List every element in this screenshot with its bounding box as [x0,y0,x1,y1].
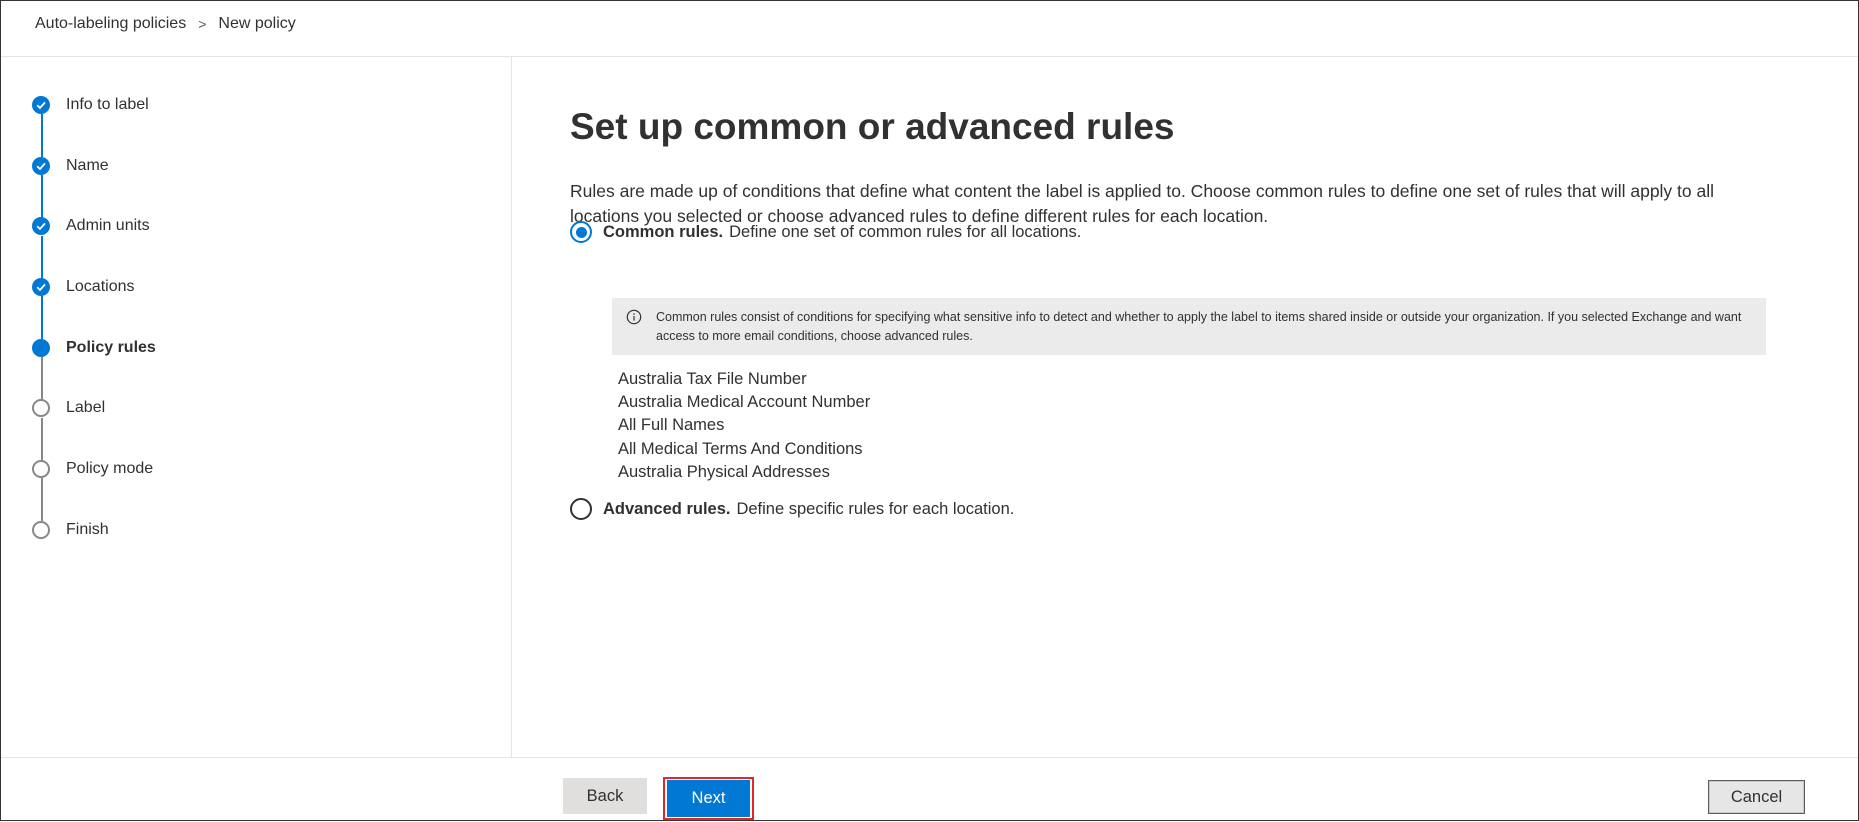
step-label: Name [66,157,109,174]
wizard-footer: Back Next Cancel [1,757,1858,822]
sensitive-info-list: Australia Tax File Number Australia Medi… [618,368,870,484]
step-connector [41,114,43,157]
step-name: Name [32,154,109,178]
radio-selected-dot [575,226,587,238]
step-connector [41,175,43,218]
list-item: Australia Tax File Number [618,370,807,388]
wizard-window: Auto-labeling policies > New policy Info… [0,0,1859,821]
checkmark-icon [32,96,50,114]
pending-step-icon [32,399,50,417]
advanced-rules-title: Advanced rules. [603,499,731,518]
pending-step-icon [32,460,50,478]
breadcrumb-new-policy: New policy [218,15,296,32]
step-connector [41,357,43,400]
breadcrumb-auto-labeling-policies[interactable]: Auto-labeling policies [35,15,186,33]
cancel-button[interactable]: Cancel [1708,780,1805,814]
step-label: Finish [66,521,109,538]
step-label: Locations [66,278,135,295]
step-label: Admin units [66,217,150,234]
advanced-rules-radio[interactable] [570,498,592,520]
page-title: Set up common or advanced rules [570,106,1175,147]
step-label: Policy rules [66,339,156,356]
pending-step-icon [32,521,50,539]
step-policy-mode: Policy mode [32,457,153,481]
step-label: Policy mode [66,460,154,477]
checkmark-icon [32,217,50,235]
step-finish: Finish [32,518,109,542]
back-button[interactable]: Back [563,778,647,814]
wizard-stepper: Info to label Name Admin units Locations… [1,57,512,757]
top-bar: Auto-labeling policies > New policy [1,1,1858,57]
step-connector [41,236,43,279]
list-item: Australia Physical Addresses [618,462,830,481]
list-item: Australia Medical Account Number [618,393,871,412]
step-connector [41,296,43,339]
advanced-rules-text: Define specific rules for each location. [736,499,1015,518]
step-admin-units: Admin units [32,214,150,238]
advanced-rules-option[interactable]: Advanced rules. Define specific rules fo… [570,496,1014,522]
step-label: Label [66,399,106,416]
step-policy-rules: Policy rules [32,336,156,360]
common-rules-text: Define one set of common rules for all l… [729,222,1082,241]
current-step-icon [32,339,50,357]
step-label: Info to label [66,96,149,113]
step-info-to-label: Info to label [32,93,149,117]
common-rules-title: Common rules. [603,222,724,241]
checkmark-icon [32,157,50,175]
info-text: Common rules consist of conditions for s… [656,310,1742,343]
list-item: All Medical Terms And Conditions [618,439,863,458]
breadcrumb-separator: > [198,16,207,32]
common-rules-radio[interactable] [570,221,592,243]
checkmark-icon [32,278,50,296]
step-connector [41,418,43,461]
common-rules-option[interactable]: Common rules. Define one set of common r… [570,219,1081,245]
list-item: All Full Names [618,416,725,435]
step-locations: Locations [32,275,135,299]
breadcrumb: Auto-labeling policies > New policy [35,13,296,35]
step-connector [41,478,43,521]
info-message: Common rules consist of conditions for s… [612,298,1766,355]
info-icon [626,309,642,331]
next-button[interactable]: Next [667,780,750,817]
step-label-step: Label [32,396,105,420]
